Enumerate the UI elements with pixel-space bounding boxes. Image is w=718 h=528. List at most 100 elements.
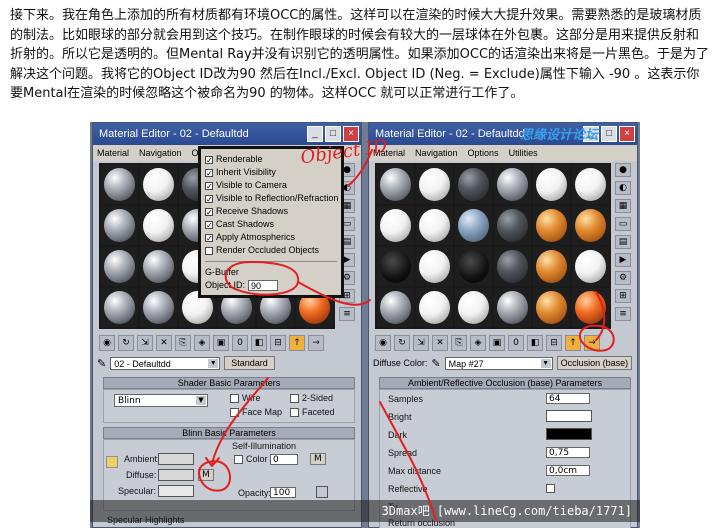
visible-to-reflection-row[interactable]: ✓ Visible to Reflection/Refraction xyxy=(201,192,341,205)
menu-navigation[interactable]: Navigation xyxy=(139,145,182,161)
two-sided-checkbox[interactable] xyxy=(290,394,299,403)
close-icon[interactable]: × xyxy=(619,126,635,142)
reflective-checkbox[interactable] xyxy=(546,484,555,493)
material-slot[interactable] xyxy=(533,206,570,245)
render-occluded-checkbox[interactable] xyxy=(205,246,213,255)
diffuse-color-swatch[interactable] xyxy=(158,469,194,481)
reset-map-icon[interactable]: ✕ xyxy=(432,335,448,351)
go-to-parent-icon[interactable]: ↑ xyxy=(565,335,581,351)
material-slot[interactable] xyxy=(494,165,531,204)
background-icon[interactable]: ▦ xyxy=(615,199,631,213)
material-slot[interactable] xyxy=(101,288,138,327)
material-slot[interactable] xyxy=(101,247,138,286)
self-illum-color-input[interactable]: 0 xyxy=(270,454,298,465)
apply-atmospherics-checkbox[interactable]: ✓ xyxy=(205,233,213,242)
material-slot[interactable] xyxy=(494,288,531,327)
visible-to-camera-row[interactable]: ✓ Visible to Camera xyxy=(201,179,341,192)
material-slot[interactable] xyxy=(455,288,492,327)
go-forward-icon[interactable]: → xyxy=(584,335,600,351)
material-name-field[interactable]: 02 - Defaultdd ▼ xyxy=(110,356,221,370)
material-slot[interactable] xyxy=(572,247,609,286)
inherit-visibility-checkbox[interactable]: ✓ xyxy=(205,168,213,177)
copy-material-icon[interactable]: ⎘ xyxy=(451,335,467,351)
blinn-basic-params-header[interactable]: Blinn Basic Parameters xyxy=(103,427,355,439)
material-slot[interactable] xyxy=(494,247,531,286)
material-slot[interactable] xyxy=(377,247,414,286)
material-type-button[interactable]: Standard xyxy=(224,356,275,370)
put-to-library-icon[interactable]: ▣ xyxy=(489,335,505,351)
map-name-field[interactable]: Map #27 ▼ xyxy=(444,356,553,370)
faceted-checkbox[interactable] xyxy=(290,408,299,417)
minimize-icon[interactable]: _ xyxy=(307,126,323,142)
material-slot[interactable] xyxy=(533,288,570,327)
material-slot[interactable] xyxy=(416,165,453,204)
renderable-checkbox[interactable]: ✓ xyxy=(205,155,213,164)
material-slot[interactable] xyxy=(101,206,138,245)
maximize-icon[interactable]: □ xyxy=(325,126,341,142)
receive-shadows-checkbox[interactable]: ✓ xyxy=(205,207,213,216)
select-by-material-icon[interactable]: ⊞ xyxy=(615,289,631,303)
eyedropper-icon[interactable]: ✎ xyxy=(97,357,106,370)
material-slot[interactable] xyxy=(416,206,453,245)
dark-color-swatch[interactable] xyxy=(546,428,592,440)
material-slot[interactable] xyxy=(572,165,609,204)
object-id-input[interactable]: 90 xyxy=(248,280,279,291)
assign-material-icon[interactable]: ⇲ xyxy=(137,335,153,351)
menu-material[interactable]: Material xyxy=(97,145,129,161)
inherit-visibility-row[interactable]: ✓ Inherit Visibility xyxy=(201,166,341,179)
material-navigator-icon[interactable]: ≡ xyxy=(339,307,355,321)
material-slot[interactable] xyxy=(533,165,570,204)
opacity-input[interactable]: 100 xyxy=(270,487,296,498)
material-slot[interactable] xyxy=(377,165,414,204)
specular-color-swatch[interactable] xyxy=(158,485,194,497)
ambient-color-swatch[interactable] xyxy=(158,453,194,465)
make-unique-icon[interactable]: ◈ xyxy=(194,335,210,351)
material-slot[interactable] xyxy=(572,206,609,245)
material-slot[interactable] xyxy=(572,288,609,327)
uv-tiling-icon[interactable]: ▭ xyxy=(615,217,631,231)
material-slot[interactable] xyxy=(140,288,177,327)
material-slot[interactable] xyxy=(140,247,177,286)
backlight-icon[interactable]: ◐ xyxy=(615,181,631,195)
material-slot[interactable] xyxy=(494,206,531,245)
visible-to-camera-checkbox[interactable]: ✓ xyxy=(205,181,213,190)
show-map-icon[interactable]: ◧ xyxy=(251,335,267,351)
material-slot[interactable] xyxy=(416,288,453,327)
material-slot[interactable] xyxy=(377,206,414,245)
make-unique-icon[interactable]: ◈ xyxy=(470,335,486,351)
occlusion-params-header[interactable]: Ambient/Reflective Occlusion (base) Para… xyxy=(379,377,631,389)
shader-basic-params-header[interactable]: Shader Basic Parameters xyxy=(103,377,355,389)
menu-navigation[interactable]: Navigation xyxy=(415,145,458,161)
material-slot[interactable] xyxy=(455,247,492,286)
opacity-map-button[interactable] xyxy=(316,486,328,498)
material-slot[interactable] xyxy=(377,288,414,327)
material-slot[interactable] xyxy=(140,165,177,204)
go-to-parent-icon[interactable]: ↑ xyxy=(289,335,305,351)
face-map-checkbox[interactable] xyxy=(230,408,239,417)
cast-shadows-row[interactable]: ✓ Cast Shadows xyxy=(201,218,341,231)
visible-to-reflection-checkbox[interactable]: ✓ xyxy=(205,194,213,203)
maximize-icon[interactable]: □ xyxy=(601,126,617,142)
sample-type-icon[interactable]: ● xyxy=(615,163,631,177)
put-to-scene-icon[interactable]: ↻ xyxy=(118,335,134,351)
show-end-result-icon[interactable]: ⊟ xyxy=(270,335,286,351)
show-map-icon[interactable]: ◧ xyxy=(527,335,543,351)
menu-options[interactable]: Options xyxy=(468,145,499,161)
options-icon[interactable]: ⚙ xyxy=(615,271,631,285)
eyedropper-icon[interactable]: ✎ xyxy=(431,357,440,370)
bright-color-swatch[interactable] xyxy=(546,410,592,422)
material-slot[interactable] xyxy=(455,206,492,245)
put-to-scene-icon[interactable]: ↻ xyxy=(394,335,410,351)
make-preview-icon[interactable]: ▶ xyxy=(615,253,631,267)
renderable-row[interactable]: ✓ Renderable xyxy=(201,153,341,166)
close-icon[interactable]: × xyxy=(343,126,359,142)
max-distance-input[interactable]: 0,0cm xyxy=(546,465,590,476)
spread-input[interactable]: 0,75 xyxy=(546,447,590,458)
lock-ambient-icon[interactable] xyxy=(106,456,118,468)
get-material-icon[interactable]: ◉ xyxy=(99,335,115,351)
reset-map-icon[interactable]: ✕ xyxy=(156,335,172,351)
receive-shadows-row[interactable]: ✓ Receive Shadows xyxy=(201,205,341,218)
cast-shadows-checkbox[interactable]: ✓ xyxy=(205,220,213,229)
show-end-result-icon[interactable]: ⊟ xyxy=(546,335,562,351)
material-slot[interactable] xyxy=(101,165,138,204)
